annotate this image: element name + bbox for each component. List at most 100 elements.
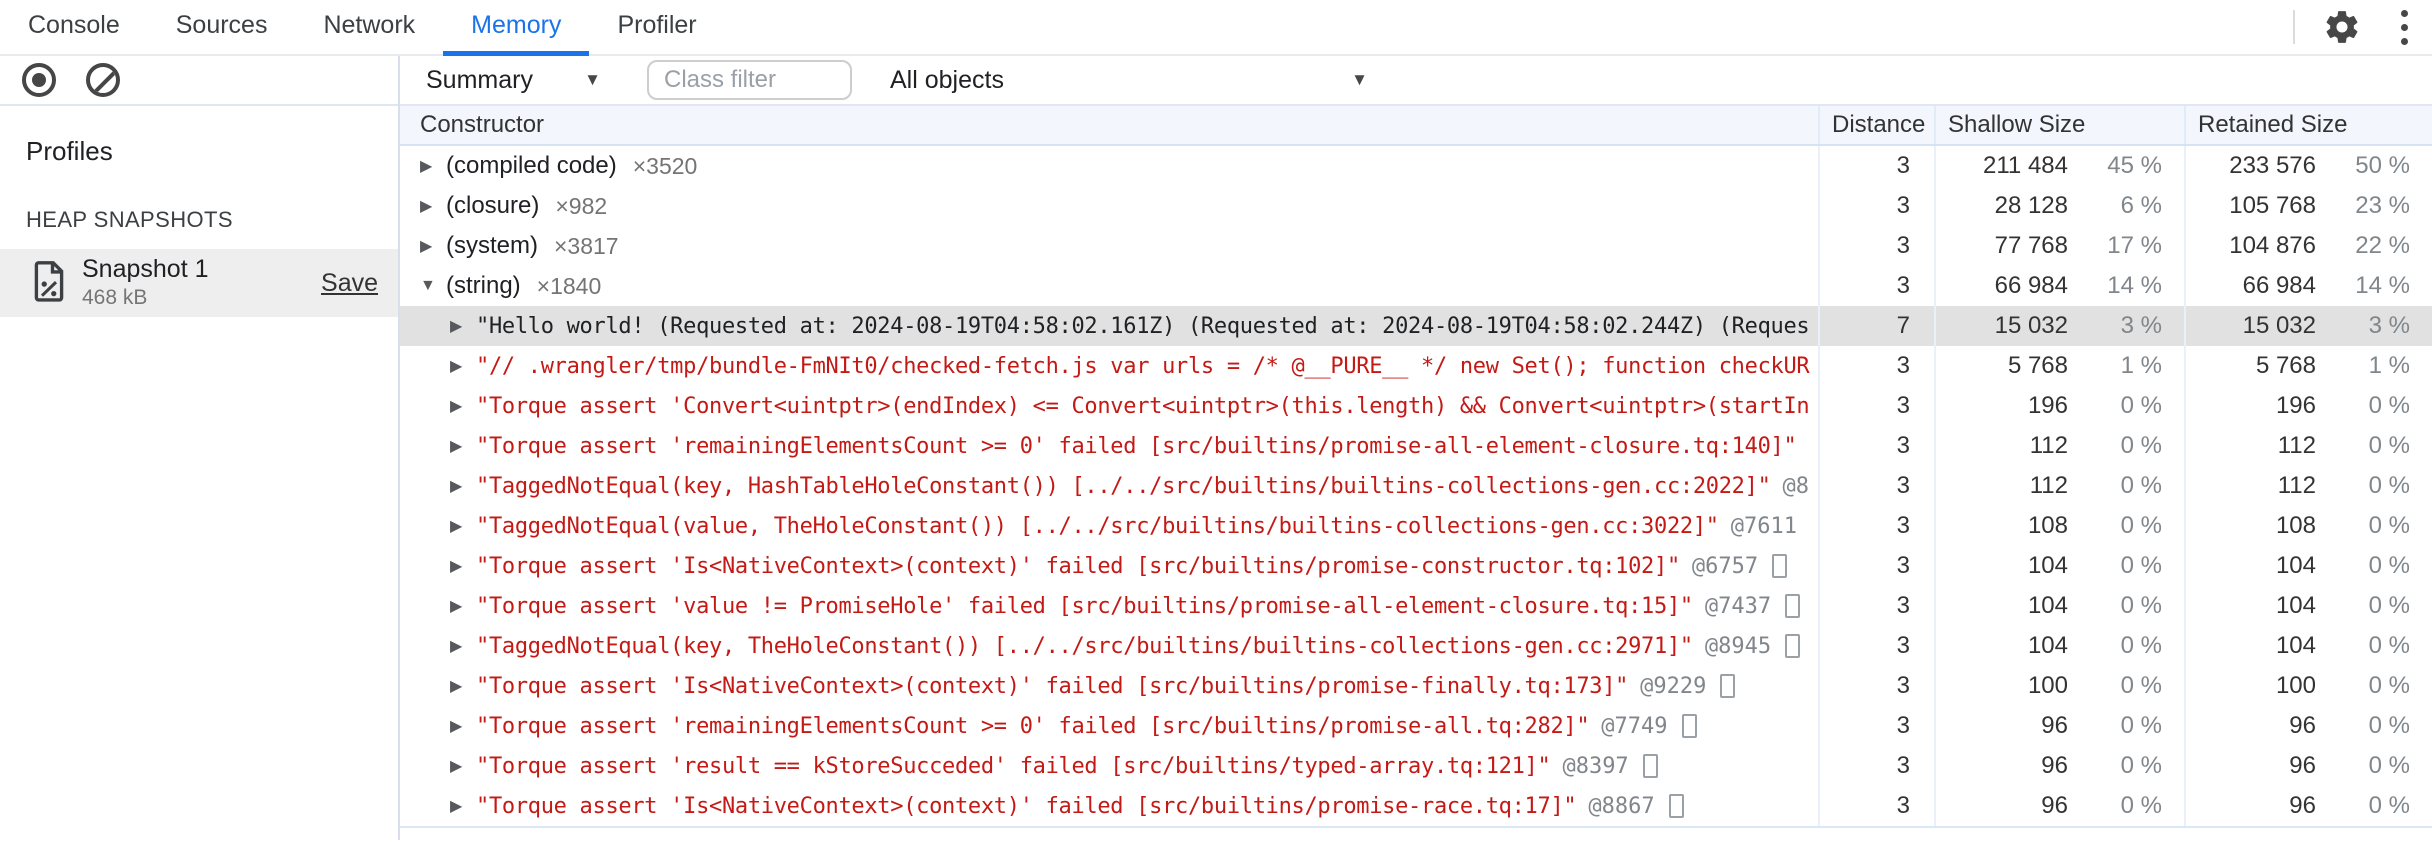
shallow-size-percent: 0 %	[2120, 552, 2162, 579]
column-header-constructor[interactable]: Constructor	[400, 106, 1820, 144]
table-row[interactable]: ▶ (closure) ×982 3 28 128 6 % 105 768 23 %	[400, 186, 2432, 226]
disclosure-collapsed-icon[interactable]: ▶	[450, 596, 476, 616]
shallow-size-value: 100	[2027, 672, 2068, 699]
constructor-cell: ▼ (string) ×1840	[400, 266, 1820, 306]
disclosure-collapsed-icon[interactable]: ▶	[450, 516, 476, 536]
perspective-select[interactable]: Summary ▼	[426, 66, 601, 95]
snapshot-title: Snapshot 1	[82, 254, 209, 283]
distance-cell: 3	[1820, 626, 1936, 666]
table-row[interactable]: ▶ "TaggedNotEqual(key, HashTableHoleConst…	[400, 466, 2432, 506]
class-filter-input[interactable]	[647, 60, 852, 100]
table-row[interactable]: ▶ "Torque assert 'result == kStoreSuccede…	[400, 746, 2432, 786]
disclosure-collapsed-icon[interactable]: ▶	[450, 436, 476, 456]
table-row[interactable]: ▶ "Hello world! (Requested at: 2024-08-19…	[400, 306, 2432, 346]
retained-size-value: 196	[2275, 392, 2316, 419]
string-value: "Torque assert 'Is<NativeContext>(contex…	[476, 553, 1680, 579]
constructor-name: (closure)	[446, 192, 540, 219]
retained-size-cell: 196 0 %	[2186, 386, 2432, 426]
column-header-retained-size[interactable]: Retained Size	[2186, 106, 2432, 144]
save-snapshot-link[interactable]: Save	[321, 269, 378, 298]
disclosure-collapsed-icon[interactable]: ▶	[450, 676, 476, 696]
shallow-size-value: 66 984	[1994, 272, 2068, 299]
constructor-cell: ▶ (system) ×3817	[400, 226, 1820, 266]
table-row[interactable]: ▶ (compiled code) ×3520 3 211 484 45 % 233 576…	[400, 146, 2432, 186]
disclosure-expanded-icon[interactable]: ▼	[420, 277, 446, 295]
more-options-kebab-icon[interactable]	[2397, 6, 2412, 49]
shallow-size-value: 112	[2029, 432, 2068, 459]
retained-size-percent: 0 %	[2368, 432, 2410, 459]
shallow-size-percent: 0 %	[2120, 632, 2162, 659]
constructor-cell: ▶ "Torque assert 'Is<NativeContext>(conte…	[400, 546, 1820, 586]
unknown-glyph-icon	[1681, 714, 1697, 738]
retained-size-cell: 104 0 %	[2186, 546, 2432, 586]
gear-icon[interactable]	[2323, 8, 2361, 46]
shallow-size-percent: 0 %	[2120, 592, 2162, 619]
table-row[interactable]: ▶ "Torque assert 'value != PromiseHole' f…	[400, 586, 2432, 626]
constructor-cell: ▶ (closure) ×982	[400, 186, 1820, 226]
disclosure-collapsed-icon[interactable]: ▶	[420, 196, 446, 216]
disclosure-collapsed-icon[interactable]: ▶	[450, 316, 476, 336]
string-value: "TaggedNotEqual(key, HashTableHoleConsta…	[476, 473, 1771, 499]
disclosure-collapsed-icon[interactable]: ▶	[450, 396, 476, 416]
retained-size-value: 108	[2275, 512, 2316, 539]
table-row[interactable]: ▶ "// .wrangler/tmp/bundle-FmNIt0/checked…	[400, 346, 2432, 386]
disclosure-collapsed-icon[interactable]: ▶	[450, 356, 476, 376]
tab-profiler[interactable]: Profiler	[589, 0, 724, 56]
devtools-tab-bar: Console Sources Network Memory Profiler	[0, 0, 2432, 56]
table-row[interactable]: ▶ "Torque assert 'remainingElementsCount …	[400, 706, 2432, 746]
objects-scope-value: All objects	[890, 65, 1004, 94]
tab-network[interactable]: Network	[295, 0, 443, 56]
table-row[interactable]: ▶ "Torque assert 'remainingElementsCount …	[400, 426, 2432, 466]
table-row[interactable]: ▶ "TaggedNotEqual(key, TheHoleConstant())…	[400, 626, 2432, 666]
table-row[interactable]: ▶ (system) ×3817 3 77 768 17 % 104 876 22 %	[400, 226, 2432, 266]
retained-size-value: 100	[2275, 672, 2316, 699]
retained-size-percent: 0 %	[2368, 472, 2410, 499]
constructor-cell: ▶ "Torque assert 'Convert<uintptr>(endInd…	[400, 386, 1820, 426]
column-header-shallow-size[interactable]: Shallow Size	[1936, 106, 2186, 144]
shallow-size-percent: 0 %	[2120, 672, 2162, 699]
object-id: @7749	[1601, 713, 1668, 739]
shallow-size-value: 112	[2029, 472, 2068, 499]
disclosure-collapsed-icon[interactable]: ▶	[420, 236, 446, 256]
disclosure-collapsed-icon[interactable]: ▶	[450, 476, 476, 496]
table-row[interactable]: ▶ "Torque assert 'Convert<uintptr>(endInd…	[400, 386, 2432, 426]
shallow-size-value: 196	[2027, 392, 2068, 419]
table-row[interactable]: ▶ "Torque assert 'Is<NativeContext>(conte…	[400, 786, 2432, 826]
disclosure-collapsed-icon[interactable]: ▶	[450, 636, 476, 656]
shallow-size-percent: 1 %	[2120, 352, 2162, 379]
clear-profiles-icon[interactable]	[86, 63, 120, 97]
object-id: @7611	[1730, 513, 1797, 539]
distance-cell: 3	[1820, 226, 1936, 266]
retained-size-cell: 100 0 %	[2186, 666, 2432, 706]
tab-memory[interactable]: Memory	[443, 0, 590, 56]
table-row[interactable]: ▶ "Torque assert 'Is<NativeContext>(conte…	[400, 546, 2432, 586]
table-row[interactable]: ▶ "Torque assert 'Is<NativeContext>(conte…	[400, 666, 2432, 706]
distance-cell: 7	[1820, 306, 1936, 346]
disclosure-collapsed-icon[interactable]: ▶	[450, 756, 476, 776]
shallow-size-cell: 100 0 %	[1936, 666, 2186, 706]
shallow-size-percent: 0 %	[2120, 432, 2162, 459]
shallow-size-cell: 211 484 45 %	[1936, 146, 2186, 186]
constructor-name: (string)	[446, 272, 521, 299]
unknown-glyph-icon	[1668, 794, 1684, 818]
shallow-size-value: 15 032	[1994, 312, 2068, 339]
devtools-content: Profiles HEAP SNAPSHOTS Snapshot 1 468 k…	[0, 56, 2432, 840]
column-header-distance[interactable]: Distance	[1820, 106, 1936, 144]
toolbar-divider	[2293, 10, 2295, 44]
disclosure-collapsed-icon[interactable]: ▶	[420, 156, 446, 176]
snapshot-item[interactable]: Snapshot 1 468 kB Save	[0, 249, 398, 317]
disclosure-collapsed-icon[interactable]: ▶	[450, 796, 476, 816]
string-value: "Torque assert 'Is<NativeContext>(contex…	[476, 793, 1577, 819]
objects-scope-select[interactable]: All objects ▼	[890, 66, 1368, 95]
retained-size-value: 15 032	[2242, 312, 2316, 339]
disclosure-collapsed-icon[interactable]: ▶	[450, 716, 476, 736]
distance-cell: 3	[1820, 746, 1936, 786]
disclosure-collapsed-icon[interactable]: ▶	[450, 556, 476, 576]
distance-cell: 3	[1820, 426, 1936, 466]
table-row[interactable]: ▼ (string) ×1840 3 66 984 14 % 66 984 14 %	[400, 266, 2432, 306]
retained-size-cell: 96 0 %	[2186, 746, 2432, 786]
table-row[interactable]: ▶ "TaggedNotEqual(value, TheHoleConstant(…	[400, 506, 2432, 546]
tab-sources[interactable]: Sources	[148, 0, 296, 56]
record-heap-snapshot-icon[interactable]	[22, 63, 56, 97]
tab-console[interactable]: Console	[0, 0, 148, 56]
